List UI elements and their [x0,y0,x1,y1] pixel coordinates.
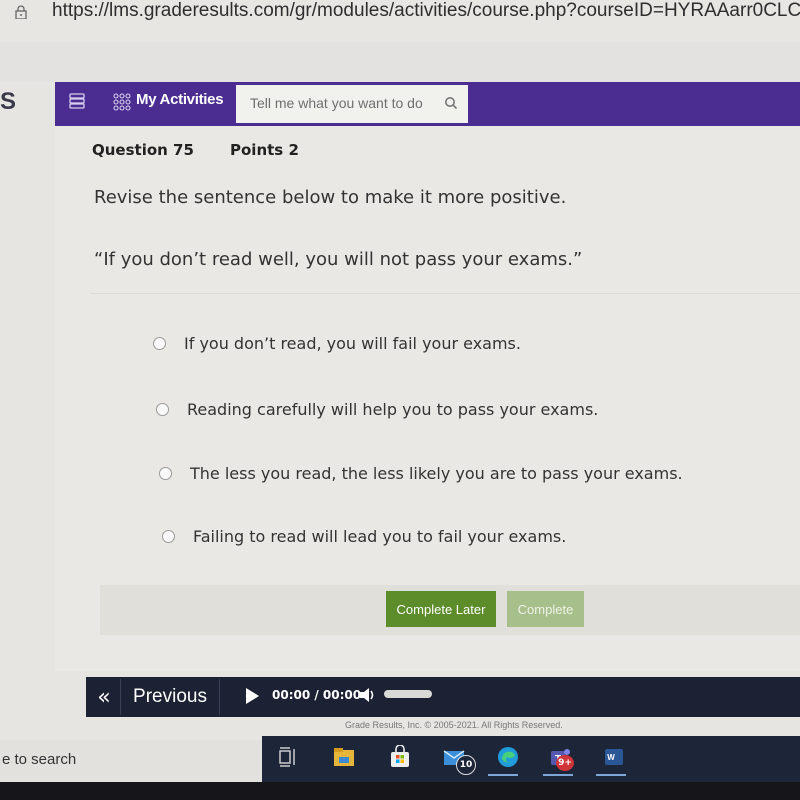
mail-unread-badge: 10 [456,755,476,775]
edge-browser-icon[interactable] [496,745,520,769]
address-bar[interactable]: https://lms.graderesults.com/gr/modules/… [0,0,800,42]
teams-active-indicator [543,774,573,776]
complete-button[interactable]: Complete [507,591,584,627]
answer-option-label: Reading carefully will help you to pass … [187,400,599,419]
complete-later-button[interactable]: Complete Later [386,591,496,627]
screen-bezel [0,782,800,800]
answer-option[interactable]: The less you read, the less likely you a… [159,464,683,483]
answer-option-label: If you don’t read, you will fail your ex… [184,334,521,353]
volume-icon[interactable] [358,686,378,704]
file-explorer-icon[interactable] [332,745,356,769]
volume-slider[interactable] [384,690,432,698]
radio-button[interactable] [156,403,169,416]
word-active-indicator [596,774,626,776]
teams-notification-badge: 9+ [556,755,574,771]
question-points: Points 2 [230,141,299,159]
double-chevron-left-icon[interactable]: « [88,679,121,715]
url-text[interactable]: https://lms.graderesults.com/gr/modules/… [52,0,800,22]
site-logo-fragment[interactable]: S [0,88,16,116]
question-prompt: Revise the sentence below to make it mor… [94,187,567,208]
radio-button[interactable] [153,337,166,350]
copyright-footer: Grade Results, Inc. © 2005-2021. All Rig… [345,720,563,730]
edge-active-indicator [488,774,518,776]
answer-option-label: Failing to read will lead you to fail yo… [193,527,567,546]
answer-option[interactable]: Reading carefully will help you to pass … [156,400,598,419]
answer-option[interactable]: Failing to read will lead you to fail yo… [162,527,566,546]
answer-option[interactable]: If you don’t read, you will fail your ex… [153,334,521,353]
task-view-icon[interactable] [277,745,301,769]
radio-button[interactable] [162,530,175,543]
svg-text:W: W [607,753,615,762]
activities-grid-icon[interactable] [112,92,132,112]
word-icon[interactable]: W [602,745,626,769]
question-number: Question 75 [92,141,194,159]
microsoft-store-icon[interactable] [388,745,412,769]
previous-button[interactable]: Previous [121,679,220,715]
radio-button[interactable] [159,467,172,480]
lock-icon [15,5,27,19]
time-readout: 00:00 / 00:00 [272,688,362,702]
menu-icon[interactable] [68,92,86,110]
divider [90,293,800,294]
play-icon[interactable] [246,688,259,704]
question-quote: “If you don’t read well, you will not pa… [94,249,583,270]
answer-option-label: The less you read, the less likely you a… [190,464,683,483]
search-icon[interactable] [444,96,458,110]
browser-toolbar-gap [0,42,800,82]
taskbar-search-text[interactable]: e to search [2,751,76,768]
search-placeholder[interactable]: Tell me what you want to do [250,95,423,111]
my-activities-link[interactable]: My Activities [136,91,224,108]
